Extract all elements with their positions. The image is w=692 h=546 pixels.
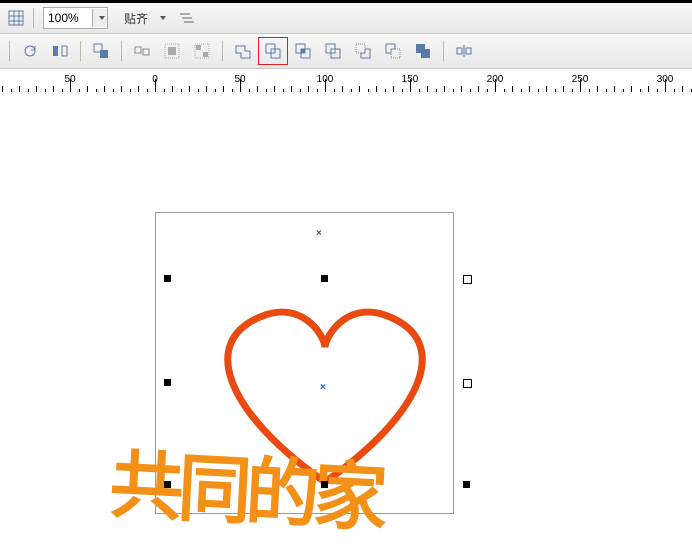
selection-handle[interactable]: [463, 379, 472, 388]
mirror-icon[interactable]: [45, 37, 75, 65]
back-minus-icon[interactable]: [378, 37, 408, 65]
separator: [9, 41, 10, 61]
toolbar-main: 贴齐: [0, 3, 692, 34]
selection-handle[interactable]: [164, 275, 171, 282]
ungroup-icon[interactable]: [127, 37, 157, 65]
separator: [121, 41, 122, 61]
grid-icon[interactable]: [4, 6, 28, 30]
rotate-icon[interactable]: [15, 37, 45, 65]
selection-center: ×: [320, 382, 326, 393]
ruler-label: 50: [64, 74, 75, 85]
ruler-label: 50: [234, 74, 245, 85]
selection-handle[interactable]: [463, 481, 470, 488]
separator: [80, 41, 81, 61]
anchor-mark: ×: [316, 228, 322, 239]
ruler-label: 150: [402, 74, 419, 85]
split-icon[interactable]: [449, 37, 479, 65]
ruler-horizontal: 10050050100150200250300350: [0, 69, 692, 94]
intersect-icon[interactable]: [288, 37, 318, 65]
snap-dropdown-arrow[interactable]: [160, 16, 166, 20]
weld-icon[interactable]: [228, 37, 258, 65]
break-icon[interactable]: [187, 37, 217, 65]
ruler-label: 250: [572, 74, 589, 85]
separator: [222, 41, 223, 61]
snap-label[interactable]: 贴齐: [124, 10, 148, 27]
separator: [443, 41, 444, 61]
zoom-dropdown-arrow[interactable]: [92, 9, 107, 27]
toolbar-shape-ops: [0, 34, 692, 69]
ruler-label: 200: [487, 74, 504, 85]
options-icon[interactable]: [176, 6, 200, 30]
selection-handle[interactable]: [164, 379, 171, 386]
boundary-icon[interactable]: [408, 37, 438, 65]
simplify-icon[interactable]: [318, 37, 348, 65]
separator: [33, 8, 34, 28]
selection-handle[interactable]: [164, 481, 171, 488]
selection-handle[interactable]: [463, 275, 472, 284]
group-icon[interactable]: [86, 37, 116, 65]
front-minus-icon[interactable]: [348, 37, 378, 65]
ruler-label: 300: [657, 74, 674, 85]
selection-handle[interactable]: [321, 275, 328, 282]
trim-icon[interactable]: [258, 37, 288, 65]
artwork-text[interactable]: 共同的家: [107, 425, 384, 546]
zoom-input[interactable]: [44, 9, 92, 27]
ruler-label: 0: [152, 74, 158, 85]
selection-handle[interactable]: [321, 481, 328, 488]
ruler-label: 100: [317, 74, 334, 85]
canvas[interactable]: 共同的家 ××: [0, 92, 692, 520]
zoom-field[interactable]: [43, 7, 108, 29]
combine-icon[interactable]: [157, 37, 187, 65]
